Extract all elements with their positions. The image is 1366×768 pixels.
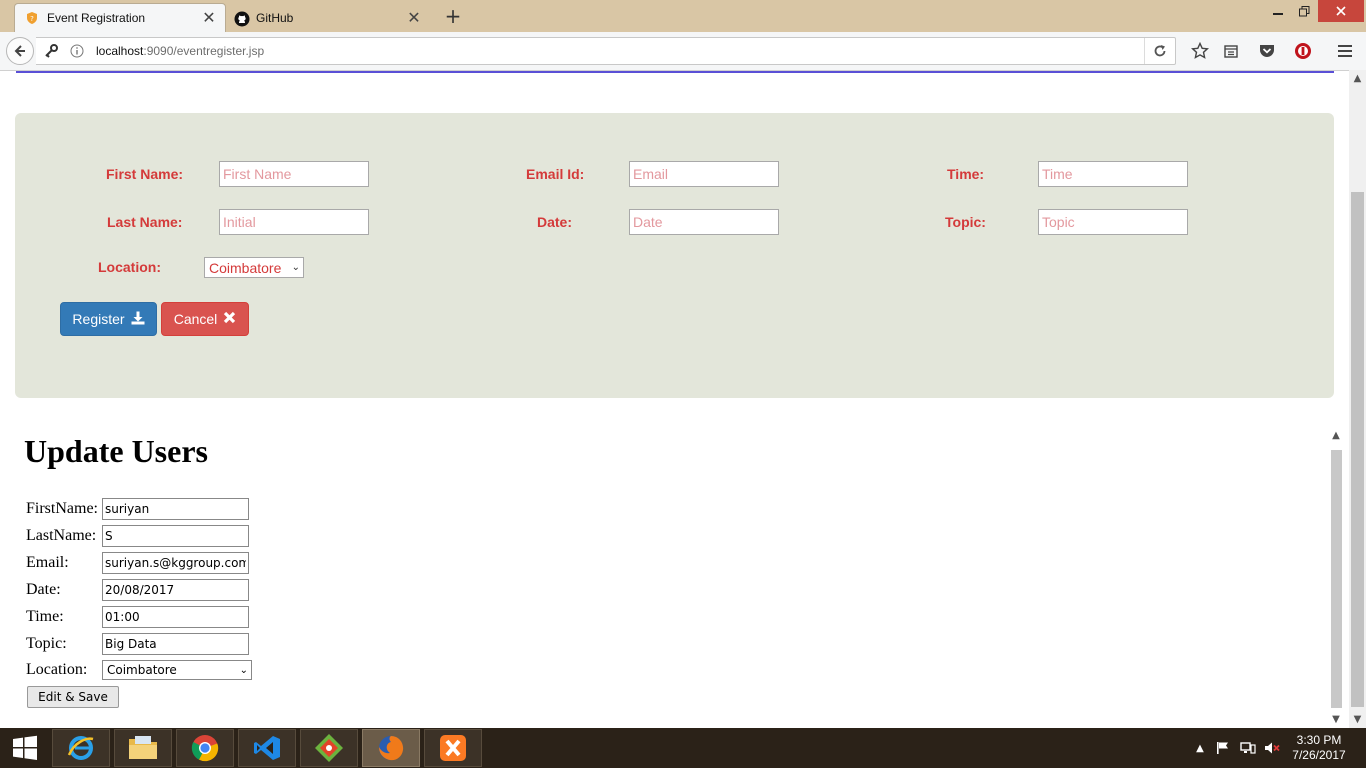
register-button-label: Register	[72, 311, 125, 327]
tab-label: GitHub	[256, 10, 294, 25]
windows-start-icon[interactable]	[0, 728, 50, 768]
github-favicon-icon	[234, 11, 250, 26]
volume-muted-icon[interactable]	[1262, 728, 1282, 768]
scroll-thumb[interactable]	[1331, 450, 1342, 708]
update-topic-input[interactable]	[102, 633, 249, 655]
close-window-icon[interactable]	[1318, 0, 1364, 22]
update-location-value: Coimbatore	[107, 663, 177, 677]
file-explorer-icon[interactable]	[114, 729, 172, 767]
navigation-bar: localhost:9090/eventregister.jsp	[0, 32, 1366, 71]
cancel-button-label: Cancel	[173, 311, 218, 327]
scroll-up-icon[interactable]: ▲	[1349, 70, 1366, 87]
info-icon[interactable]	[66, 38, 88, 64]
register-button[interactable]: Register	[60, 302, 157, 336]
location-label: Location:	[98, 259, 161, 275]
action-center-flag-icon[interactable]	[1214, 728, 1232, 768]
shield-favicon-icon: ?	[25, 11, 39, 25]
system-clock[interactable]: 3:30 PM 7/26/2017	[1284, 733, 1354, 763]
git-icon[interactable]	[300, 729, 358, 767]
adblock-extension-icon[interactable]	[1292, 40, 1314, 62]
clock-date: 7/26/2017	[1292, 748, 1346, 762]
update-date-label: Date:	[26, 581, 61, 598]
chrome-icon[interactable]	[176, 729, 234, 767]
time-input[interactable]	[1038, 161, 1188, 187]
chevron-down-icon: ⌄	[239, 664, 248, 676]
topic-input[interactable]	[1038, 209, 1188, 235]
update-lastname-label: LastName:	[26, 527, 97, 544]
download-icon	[131, 311, 145, 328]
minimize-window-icon[interactable]	[1266, 0, 1290, 22]
update-firstname-label: FirstName:	[26, 500, 98, 517]
scroll-up-icon[interactable]: ▲	[1328, 428, 1344, 444]
email-input[interactable]	[629, 161, 779, 187]
page-scrollbar[interactable]: ▲ ▼	[1349, 70, 1366, 728]
edit-save-button[interactable]: Edit & Save	[27, 686, 119, 708]
update-location-label: Location:	[26, 661, 88, 678]
update-email-label: Email:	[26, 554, 69, 571]
windows-taskbar: ▲ 3:30 PM 7/26/2017	[0, 728, 1366, 768]
clock-time: 3:30 PM	[1296, 733, 1342, 747]
first-name-input[interactable]	[219, 161, 369, 187]
first-name-label: First Name:	[106, 166, 184, 182]
back-arrow-icon[interactable]	[6, 37, 34, 65]
scroll-down-icon[interactable]: ▼	[1349, 711, 1366, 728]
close-tab-icon[interactable]: ✕	[201, 10, 217, 26]
update-time-label: Time:	[26, 608, 64, 625]
update-email-input[interactable]	[102, 552, 249, 574]
update-location-select[interactable]: Coimbatore ⌄	[102, 660, 252, 680]
inner-scrollbar[interactable]: ▲ ▼	[1328, 428, 1344, 728]
update-firstname-input[interactable]	[102, 498, 249, 520]
network-icon[interactable]	[1238, 728, 1258, 768]
update-users-heading: Update Users	[24, 433, 208, 469]
internet-explorer-icon[interactable]	[52, 729, 110, 767]
update-time-input[interactable]	[102, 606, 249, 628]
cancel-button[interactable]: Cancel	[161, 302, 249, 336]
close-icon	[223, 311, 236, 327]
hamburger-menu-icon[interactable]	[1334, 40, 1356, 62]
date-label: Date:	[537, 214, 573, 230]
bookmark-star-icon[interactable]	[1189, 40, 1211, 62]
update-lastname-input[interactable]	[102, 525, 249, 547]
url-text[interactable]: localhost:9090/eventregister.jsp	[96, 38, 264, 64]
key-icon[interactable]	[38, 38, 64, 64]
show-hidden-icons-icon[interactable]: ▲	[1193, 728, 1207, 768]
topic-label: Topic:	[945, 214, 986, 230]
location-selected-value: Coimbatore	[209, 259, 282, 276]
location-select[interactable]: Coimbatore ⌄	[204, 257, 304, 278]
last-name-label: Last Name:	[107, 214, 183, 230]
library-icon[interactable]	[1220, 40, 1242, 62]
scroll-thumb[interactable]	[1351, 192, 1364, 707]
tab-event-registration[interactable]: ? Event Registration ✕	[14, 3, 226, 32]
close-tab-icon[interactable]: ✕	[406, 9, 422, 26]
update-date-input[interactable]	[102, 579, 249, 601]
pocket-icon[interactable]	[1256, 40, 1278, 62]
date-input[interactable]	[629, 209, 779, 235]
email-label: Email Id:	[526, 166, 585, 182]
tab-label: Event Registration	[47, 11, 146, 25]
scroll-down-icon[interactable]: ▼	[1328, 712, 1344, 728]
update-topic-label: Topic:	[26, 635, 67, 652]
new-tab-plus-icon[interactable]: +	[442, 4, 464, 28]
chevron-down-icon: ⌄	[291, 262, 300, 273]
registration-panel	[15, 113, 1334, 398]
tab-github[interactable]: GitHub ✕	[230, 3, 430, 32]
reload-icon[interactable]	[1144, 38, 1175, 64]
page-top-border	[16, 71, 1334, 73]
browser-title-bar: ? Event Registration ✕ GitHub ✕ +	[0, 0, 1366, 32]
svg-text:?: ?	[30, 15, 34, 23]
visual-studio-icon[interactable]	[238, 729, 296, 767]
last-name-input[interactable]	[219, 209, 369, 235]
maximize-window-icon[interactable]	[1292, 0, 1316, 22]
xampp-icon[interactable]	[424, 729, 482, 767]
time-label: Time:	[947, 166, 985, 182]
firefox-icon[interactable]	[362, 729, 420, 767]
url-bar[interactable]: localhost:9090/eventregister.jsp	[36, 37, 1176, 65]
